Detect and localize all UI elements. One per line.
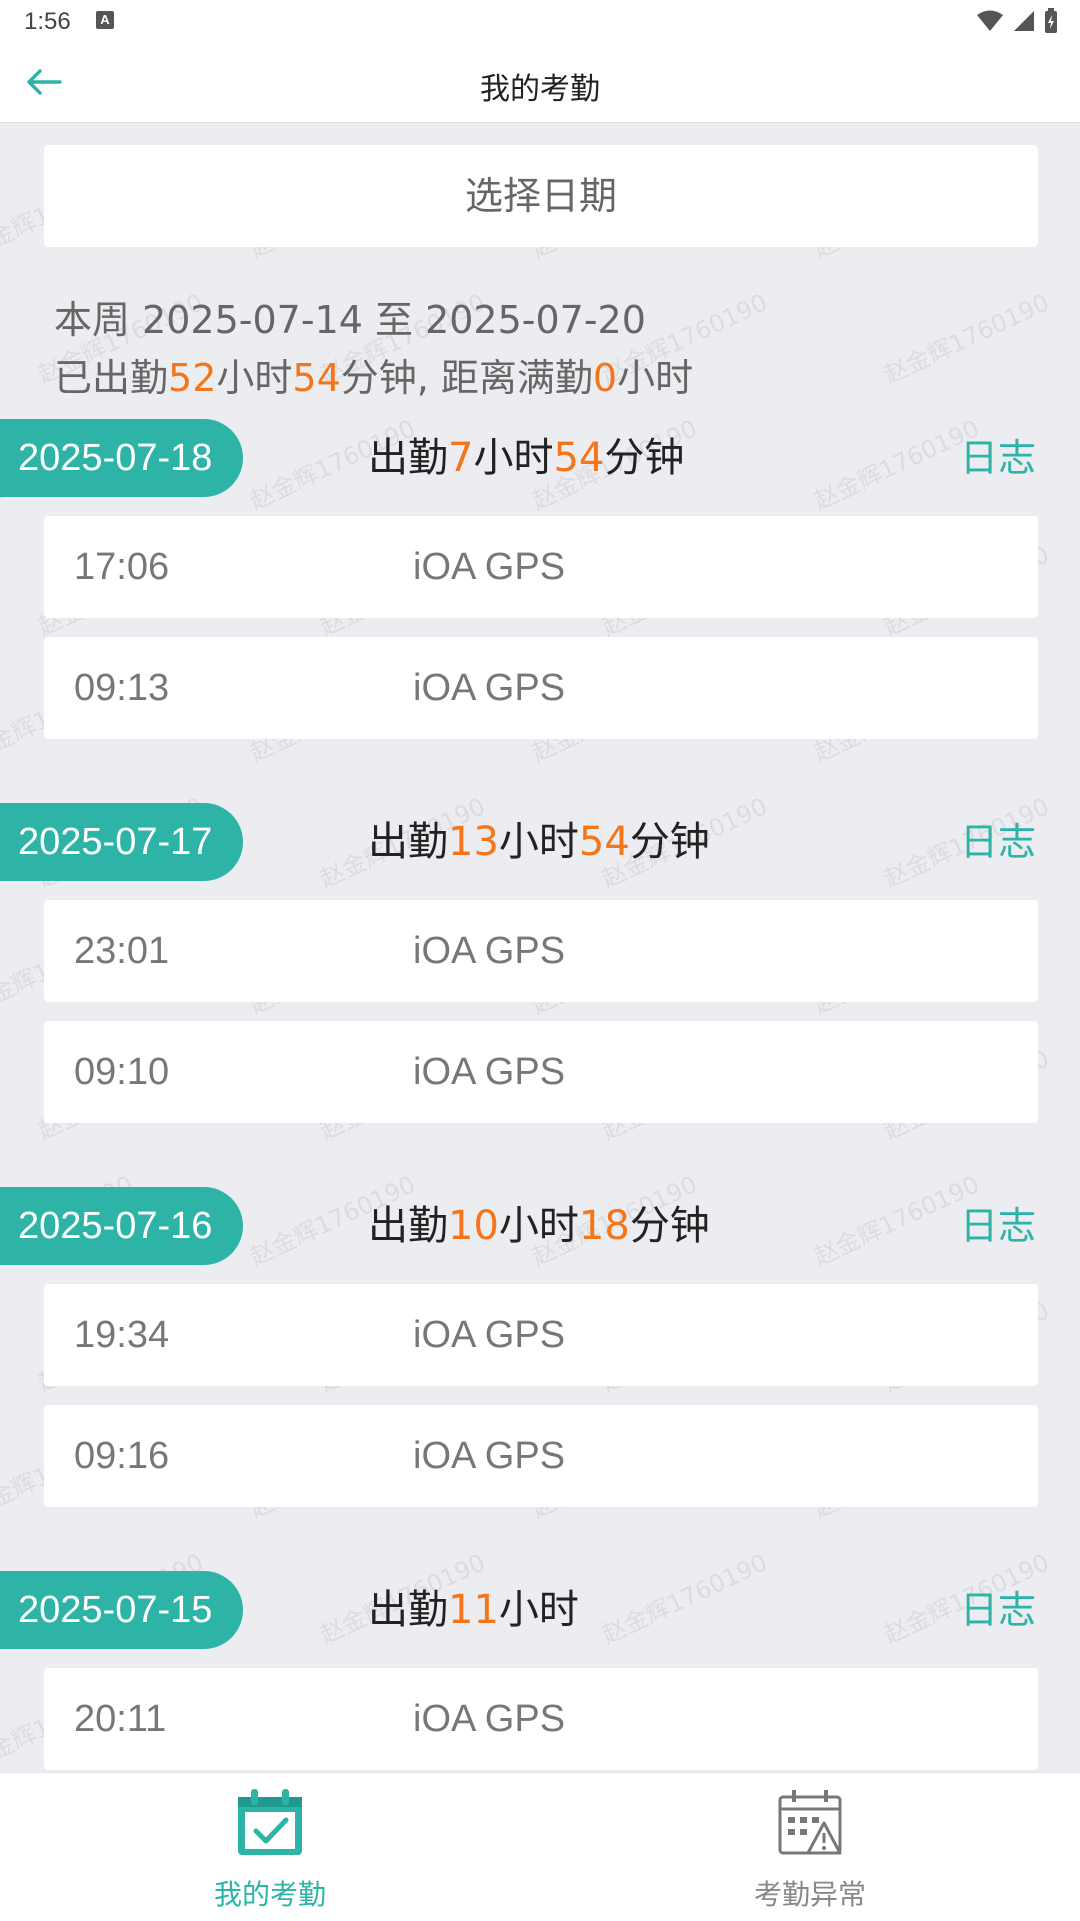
punch-source: iOA GPS [413,1051,566,1093]
notification-a-icon: A [96,11,114,29]
remaining-hours: 0 [592,356,618,400]
punch-row: 23:01 iOA GPS [44,900,1038,1002]
week-summary: 本周 2025-07-14 至 2025-07-20 已出勤52小时54分钟, … [54,291,693,407]
punch-time: 09:10 [74,1051,170,1093]
remaining-unit: 小时 [617,356,694,400]
punch-source: iOA GPS [413,546,566,588]
punch-source: iOA GPS [413,1314,566,1356]
punch-time: 20:11 [74,1698,167,1740]
duration-minutes: 54 [553,435,605,481]
duration-hours: 10 [448,1203,499,1249]
duration-hours-unit: 小时 [498,819,579,865]
watermark-text: 赵金辉1760190 [879,288,1054,390]
duration-minutes: 18 [578,1203,630,1249]
duration-minutes: 54 [578,819,630,865]
status-bar: 1:56 A [0,0,1080,42]
punch-time: 19:34 [74,1314,170,1356]
day-duration: 出勤7小时54分钟 [368,419,684,497]
punch-row: 19:34 iOA GPS [44,1284,1038,1386]
day-duration: 出勤11小时 [368,1571,579,1649]
date-badge: 2025-07-16 [0,1187,243,1265]
signal-icon [1014,11,1034,31]
duration-hours: 7 [448,435,474,481]
punch-source: iOA GPS [413,1698,566,1740]
punch-time: 17:06 [74,546,170,588]
week-hours: 52 [168,356,217,400]
date-badge: 2025-07-15 [0,1571,243,1649]
log-link[interactable]: 日志 [960,419,1036,497]
day-duration: 出勤13小时54分钟 [368,803,710,881]
log-link[interactable]: 日志 [960,1187,1036,1265]
punch-source: iOA GPS [413,930,566,972]
tab-label: 我的考勤 [213,1878,326,1911]
duration-hours: 13 [448,819,499,865]
duration-prefix: 出勤 [368,1203,448,1249]
week-total-prefix: 已出勤 [54,356,169,400]
day-group: 2025-07-16 出勤10小时18分钟 日志 19:34 iOA GPS 0… [0,1187,1080,1517]
duration-hours-unit: 小时 [498,1203,579,1249]
week-minutes: 54 [292,356,341,400]
tab-attendance-exception[interactable]: 考勤异常 [540,1773,1080,1921]
tab-my-attendance[interactable]: 我的考勤 [0,1773,540,1921]
tab-label: 考勤异常 [753,1878,866,1911]
punch-time: 23:01 [74,930,170,972]
day-group: 2025-07-17 出勤13小时54分钟 日志 23:01 iOA GPS 0… [0,803,1080,1133]
app-bar: 我的考勤 [0,42,1080,123]
day-duration: 出勤10小时18分钟 [368,1187,710,1265]
duration-minutes-unit: 分钟 [629,1203,710,1249]
duration-hours-unit: 小时 [473,435,554,481]
punch-row: 09:13 iOA GPS [44,637,1038,739]
date-badge: 2025-07-17 [0,803,243,881]
select-date-button[interactable]: 选择日期 [44,145,1038,247]
duration-minutes-unit: 分钟 [629,819,710,865]
bottom-nav: 我的考勤 考勤异常 [0,1772,1080,1921]
battery-icon [1045,8,1057,33]
log-link[interactable]: 日志 [960,1571,1036,1649]
duration-prefix: 出勤 [368,1587,448,1633]
punch-row: 20:11 iOA GPS [44,1668,1038,1770]
punch-time: 09:16 [74,1435,170,1477]
punch-source: iOA GPS [413,1435,566,1477]
duration-prefix: 出勤 [368,435,448,481]
duration-minutes-unit: 分钟 [604,435,685,481]
punch-row: 09:10 iOA GPS [44,1021,1038,1123]
week-minutes-unit: 分钟, 距离满勤 [340,356,593,400]
duration-hours-unit: 小时 [498,1587,579,1633]
day-group: 2025-07-15 出勤11小时 日志 20:11 iOA GPS [0,1571,1080,1772]
log-link[interactable]: 日志 [960,803,1036,881]
status-icons [976,8,1058,34]
status-time: 1:56 [24,8,71,35]
punch-time: 09:13 [74,667,170,709]
week-hours-unit: 小时 [216,356,293,400]
week-range: 本周 2025-07-14 至 2025-07-20 [54,298,646,342]
attendance-list[interactable]: 赵金辉1760190 赵金辉1760190 赵金辉1760190 赵金辉1760190… [0,123,1080,1772]
calendar-check-icon [238,1789,302,1855]
day-group: 2025-07-18 出勤7小时54分钟 日志 17:06 iOA GPS 09… [0,419,1080,749]
punch-row: 09:16 iOA GPS [44,1405,1038,1507]
duration-prefix: 出勤 [368,819,448,865]
wifi-icon [977,10,1003,31]
week-total: 已出勤52小时54分钟, 距离满勤0小时 [54,349,693,407]
page-title: 我的考勤 [480,72,600,107]
date-badge: 2025-07-18 [0,419,243,497]
punch-source: iOA GPS [413,667,566,709]
duration-hours: 11 [448,1587,499,1633]
calendar-warning-icon [778,1790,842,1855]
punch-row: 17:06 iOA GPS [44,516,1038,618]
